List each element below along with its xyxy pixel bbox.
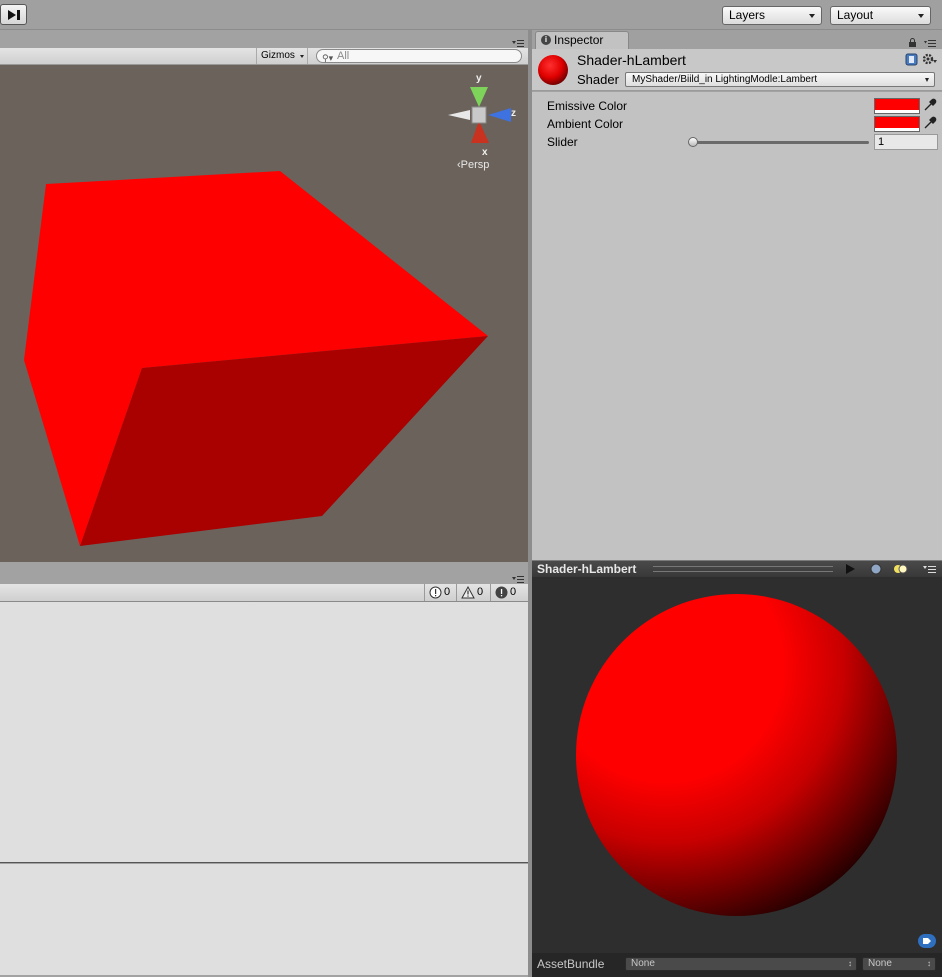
chevron-down-icon <box>925 78 929 82</box>
error-icon <box>495 586 508 599</box>
projection-label: Persp <box>460 159 490 171</box>
info-icon: i <box>541 35 551 45</box>
eyedropper-icon[interactable] <box>923 98 937 112</box>
gear-icon[interactable] <box>922 52 938 67</box>
slider-thumb[interactable] <box>688 137 698 147</box>
scene-toolbar: Gizmos ⚲▾ All <box>0 48 528 65</box>
panel-menu-icon[interactable] <box>512 575 524 584</box>
tab-inspector[interactable]: i Inspector <box>535 31 629 49</box>
projection-toggle[interactable]: ‹Persp <box>457 159 489 171</box>
scene-orientation-gizmo[interactable]: y z x <box>444 71 524 161</box>
error-filter-toggle[interactable]: 0 <box>490 584 524 601</box>
warning-icon <box>461 586 475 599</box>
panel-menu-icon[interactable] <box>923 565 936 573</box>
layout-dropdown[interactable]: Layout <box>830 6 931 25</box>
axis-z-cone[interactable] <box>488 108 511 122</box>
chevron-down-icon <box>809 14 815 18</box>
console-message-list[interactable] <box>0 602 528 863</box>
axis-z-label: z <box>511 108 516 119</box>
layout-dropdown-label: Layout <box>837 8 874 22</box>
console-panel-header <box>0 574 528 584</box>
scene-search-input[interactable]: ⚲▾ All <box>316 49 522 63</box>
panel-menu-icon[interactable] <box>924 39 936 47</box>
inspector-body <box>532 92 942 560</box>
step-button[interactable] <box>0 4 27 25</box>
material-name: Shader-hLambert <box>577 52 686 68</box>
help-book-icon[interactable] <box>905 53 918 66</box>
lights-icon[interactable] <box>893 563 909 575</box>
scene-panel-header <box>0 37 528 48</box>
step-icon <box>7 9 20 20</box>
gizmo-center-cube[interactable] <box>471 106 487 124</box>
layers-dropdown[interactable]: Layers <box>722 6 822 25</box>
preview-sphere[interactable] <box>576 594 897 916</box>
ambient-color-swatch[interactable] <box>874 116 920 132</box>
assetbundle-name-dropdown[interactable]: None ↕ <box>625 957 857 971</box>
slider-track[interactable] <box>693 141 869 144</box>
shader-value: MyShader/Biild_in LightingModle:Lambert <box>632 74 818 85</box>
assetbundle-value: None <box>631 958 655 969</box>
axis-y-cone[interactable] <box>470 87 488 107</box>
slider-value-field[interactable]: 1 <box>874 134 938 150</box>
axis-x-label: x <box>482 147 488 158</box>
scene-viewport[interactable]: y z x ‹Persp <box>0 65 528 562</box>
play-icon[interactable] <box>844 563 856 575</box>
emissive-color-swatch[interactable] <box>874 98 920 114</box>
warning-count: 0 <box>477 586 484 598</box>
lock-icon[interactable] <box>908 38 917 47</box>
axis-y-label: y <box>476 73 482 84</box>
error-count: 0 <box>510 586 517 598</box>
warning-filter-toggle[interactable]: 0 <box>456 584 490 601</box>
updown-icon: ↕ <box>927 959 931 968</box>
info-icon <box>429 586 442 599</box>
log-filter-toggle[interactable]: 0 <box>424 584 456 601</box>
slider-label: Slider <box>547 135 578 149</box>
axis-neg-x-cone[interactable] <box>448 110 470 120</box>
preview-title: Shader-hLambert <box>537 562 637 576</box>
chevron-down-icon <box>918 14 924 18</box>
gizmos-dropdown[interactable]: Gizmos <box>256 48 308 64</box>
inspector-tab-label: Inspector <box>554 33 604 47</box>
material-preview-icon <box>538 55 568 85</box>
console-detail-pane[interactable] <box>0 864 528 975</box>
sphere-mesh-icon[interactable] <box>870 563 882 575</box>
main-toolbar: Layers Layout <box>0 0 942 30</box>
shader-label: Shader <box>577 72 619 87</box>
panel-menu-icon[interactable] <box>512 39 524 48</box>
layers-dropdown-label: Layers <box>729 8 766 22</box>
asset-label-icon[interactable] <box>918 934 936 948</box>
chevron-down-icon <box>300 55 304 58</box>
axis-x-cone[interactable] <box>471 121 489 143</box>
eyedropper-icon[interactable] <box>923 116 937 130</box>
variant-value: None <box>868 958 892 969</box>
gizmos-label: Gizmos <box>261 50 295 61</box>
updown-icon: ↕ <box>848 959 852 968</box>
log-count: 0 <box>444 586 451 598</box>
console-toolbar: 0 0 0 <box>0 584 528 602</box>
assetbundle-label: AssetBundle <box>537 957 605 971</box>
search-placeholder: All <box>337 50 350 62</box>
emissive-color-label: Emissive Color <box>547 99 628 113</box>
shader-dropdown[interactable]: MyShader/Biild_in LightingModle:Lambert <box>625 72 935 87</box>
search-icon: ⚲▾ <box>322 53 334 63</box>
assetbundle-variant-dropdown[interactable]: None ↕ <box>862 957 936 971</box>
ambient-color-label: Ambient Color <box>547 117 624 131</box>
preview-drag-handle[interactable] <box>653 566 833 572</box>
